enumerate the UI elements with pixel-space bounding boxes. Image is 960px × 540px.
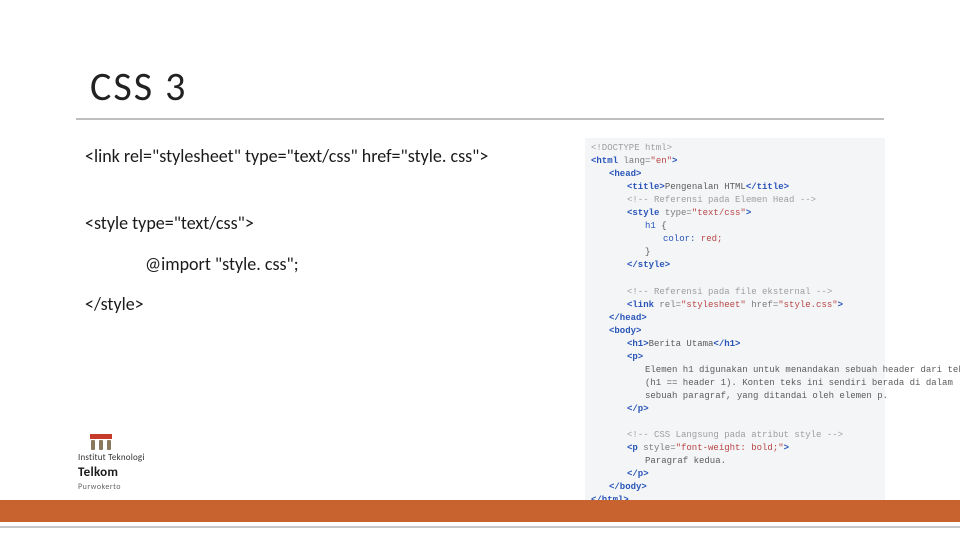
institution-logo: Institut Teknologi Telkom Purwokerto: [78, 434, 145, 492]
footer-accent-bar: [0, 500, 960, 522]
code-snippet-panel: <!DOCTYPE html> <html lang="en"> <head> …: [585, 138, 885, 511]
example-link-tag: <link rel="stylesheet" type="text/css" h…: [85, 142, 565, 171]
logo-line-1: Institut Teknologi: [78, 452, 145, 463]
title-underline: [76, 118, 884, 120]
slide-title: CSS 3: [90, 62, 187, 111]
logo-mark-icon: [90, 434, 112, 450]
footer-underline: [0, 526, 960, 528]
left-code-examples: <link rel="stylesheet" type="text/css" h…: [85, 142, 565, 319]
logo-line-3: Purwokerto: [78, 482, 121, 492]
example-import-rule: @import "style. css";: [85, 250, 565, 279]
example-style-open: <style type="text/css">: [85, 209, 565, 238]
logo-line-2: Telkom: [78, 465, 118, 480]
example-style-close: </style>: [85, 290, 565, 319]
